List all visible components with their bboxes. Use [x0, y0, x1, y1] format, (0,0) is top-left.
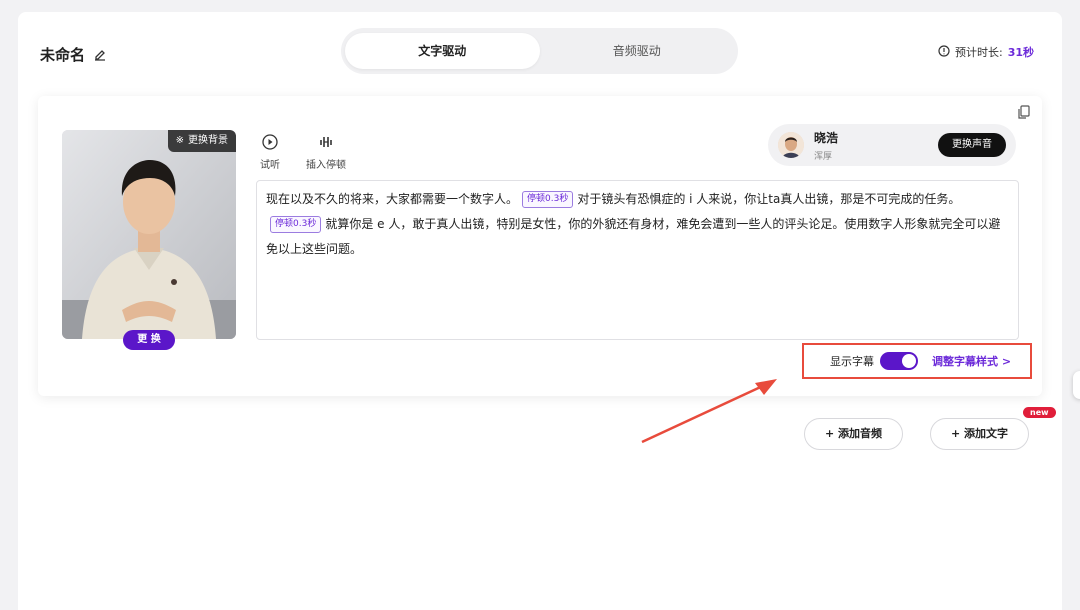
side-panel-handle[interactable] — [1073, 371, 1080, 399]
annotation-arrow — [641, 379, 777, 444]
